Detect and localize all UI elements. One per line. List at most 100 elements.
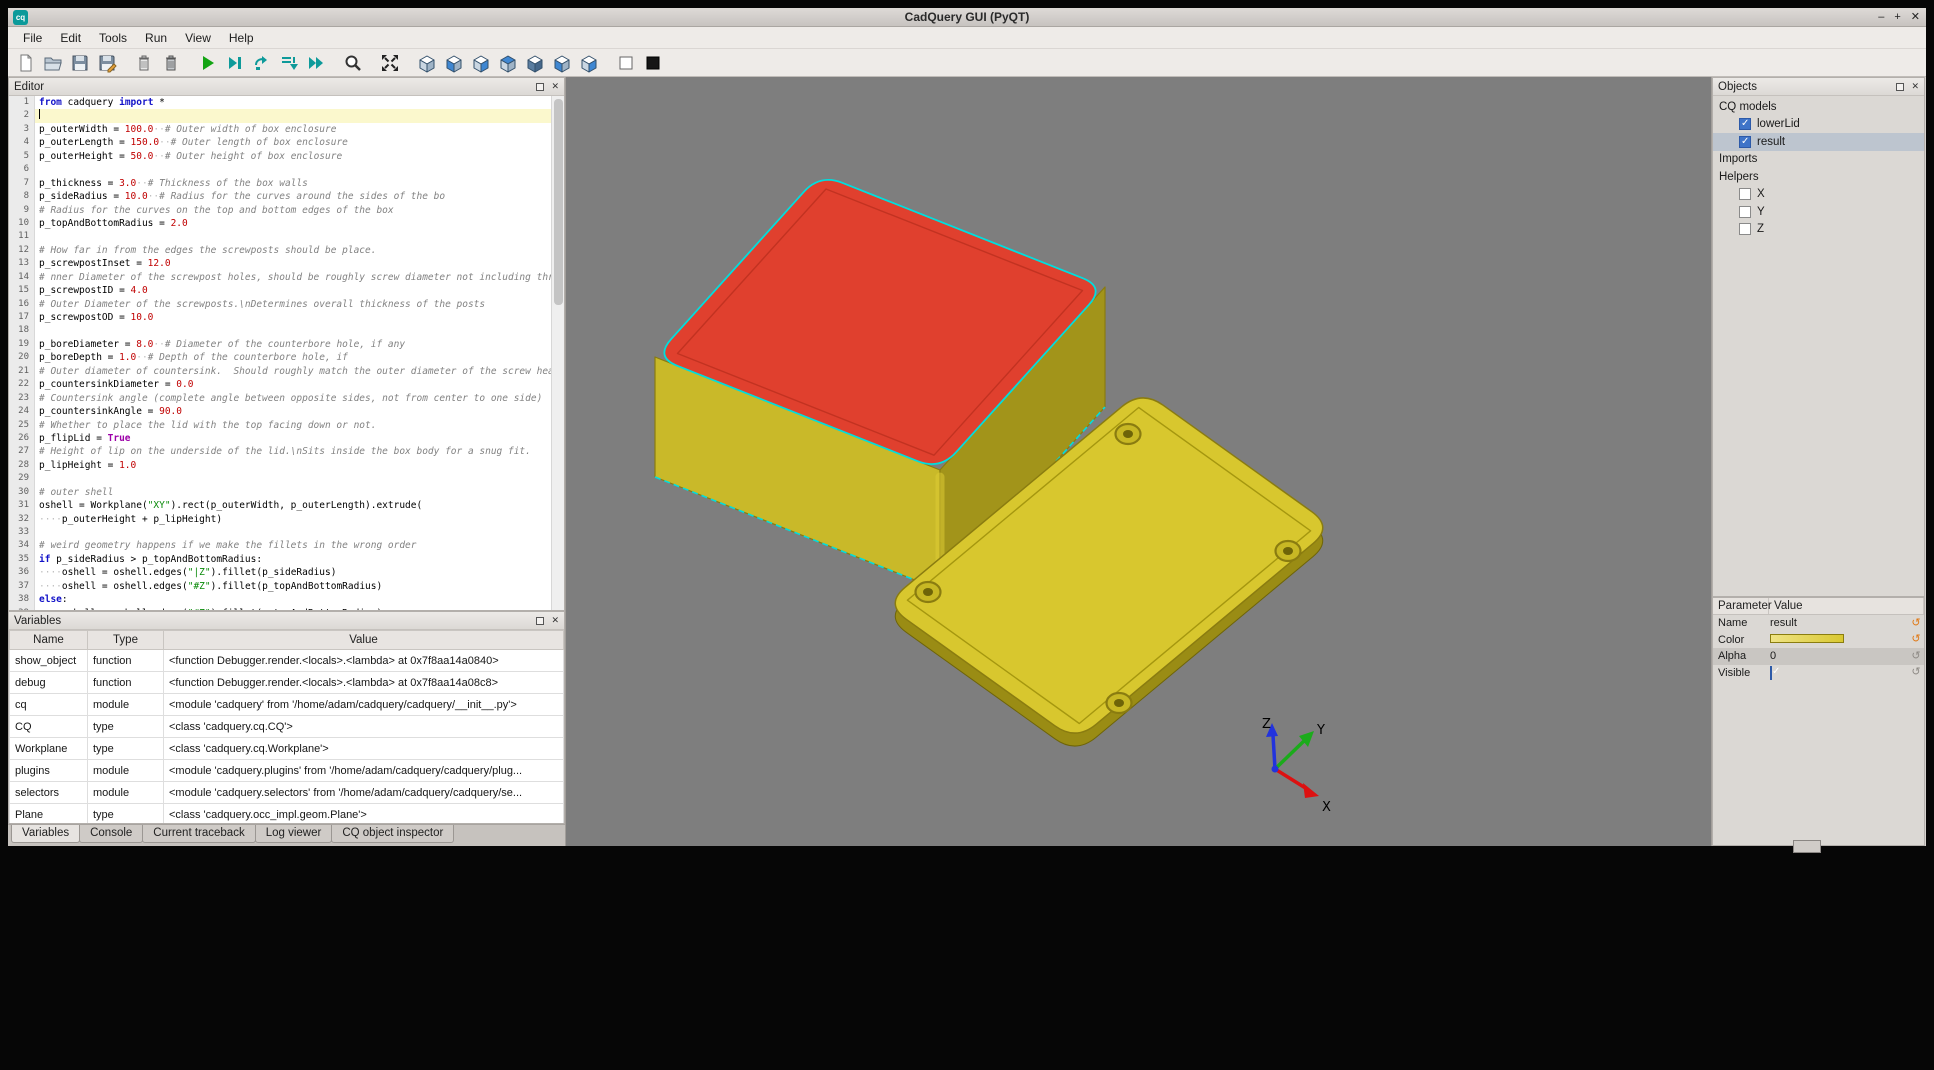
editor-line-5[interactable]: 5p_outerHeight = 50.0··# Outer height of… [9,150,551,163]
visible-checkbox[interactable] [1770,666,1772,680]
tree-group-cq-models[interactable]: CQ models [1713,98,1924,116]
tree-item-result[interactable]: result [1713,133,1924,151]
variable-row-cq[interactable]: CQtype<class 'cadquery.cq.CQ'> [10,716,564,738]
continue-button[interactable] [303,50,328,75]
checkbox-x[interactable] [1739,188,1751,200]
tree-item-x[interactable]: X [1713,186,1924,204]
close-button[interactable]: ✕ [1911,12,1920,23]
variables-col-name[interactable]: Name [10,631,88,650]
variable-row-cq[interactable]: cqmodule<module 'cadquery' from '/home/a… [10,694,564,716]
color-swatch[interactable] [1770,634,1844,643]
debug-button[interactable] [222,50,247,75]
editor-line-7[interactable]: 7p_thickness = 3.0··# Thickness of the b… [9,177,551,190]
editor-line-15[interactable]: 15p_screwpostID = 4.0 [9,284,551,297]
editor-line-16[interactable]: 16# Outer Diameter of the screwposts.\nD… [9,298,551,311]
3d-canvas[interactable]: Z Y X [566,77,1711,846]
tree-item-y[interactable]: Y [1713,203,1924,221]
editor-line-20[interactable]: 20p_boreDepth = 1.0··# Depth of the coun… [9,351,551,364]
variable-row-workplane[interactable]: Workplanetype<class 'cadquery.cq.Workpla… [10,738,564,760]
tree-item-z[interactable]: Z [1713,221,1924,239]
titlebar[interactable]: cq CadQuery GUI (PyQT) – + ✕ [8,8,1926,27]
editor-line-39[interactable]: 39····oshell = oshell.edges("#Z").fillet… [9,607,551,610]
editor-line-22[interactable]: 22p_countersinkDiameter = 0.0 [9,378,551,391]
variable-row-plugins[interactable]: pluginsmodule<module 'cadquery.plugins' … [10,760,564,782]
view-right-button[interactable] [576,50,601,75]
tab-current-traceback[interactable]: Current traceback [142,825,255,843]
reset-visible-button[interactable]: ↺ [1908,667,1924,678]
editor-line-31[interactable]: 31oshell = Workplane("XY").rect(p_outerW… [9,499,551,512]
editor-line-4[interactable]: 4p_outerLength = 150.0··# Outer length o… [9,136,551,149]
variable-row-selectors[interactable]: selectorsmodule<module 'cadquery.selecto… [10,782,564,804]
reset-name-button[interactable]: ↺ [1908,618,1924,629]
minimize-button[interactable]: – [1878,12,1884,23]
zoom-button[interactable] [340,50,365,75]
fit-all-button[interactable] [377,50,402,75]
editor-line-28[interactable]: 28p_lipHeight = 1.0 [9,459,551,472]
editor-line-34[interactable]: 34# weird geometry happens if we make th… [9,539,551,552]
menu-tools[interactable]: Tools [90,29,136,47]
editor-line-36[interactable]: 36····oshell = oshell.edges("|Z").fillet… [9,566,551,579]
editor-float-icon[interactable] [536,83,544,91]
viewport[interactable]: Z Y X [566,77,1711,846]
menu-edit[interactable]: Edit [51,29,90,47]
delete-button[interactable] [158,50,183,75]
checkbox-z[interactable] [1739,223,1751,235]
variable-row-plane[interactable]: Planetype<class 'cadquery.occ_impl.geom.… [10,804,564,824]
clear-button[interactable] [131,50,156,75]
editor-line-14[interactable]: 14# nner Diameter of the screwpost holes… [9,271,551,284]
view-front-button[interactable] [441,50,466,75]
tab-cq-object-inspector[interactable]: CQ object inspector [331,825,454,843]
reset-color-button[interactable]: ↺ [1908,634,1924,645]
view-iso-button[interactable] [414,50,439,75]
step-into-button[interactable] [276,50,301,75]
tab-variables[interactable]: Variables [11,825,80,843]
editor-line-10[interactable]: 10p_topAndBottomRadius = 2.0 [9,217,551,230]
editor-line-12[interactable]: 12# How far in from the edges the screwp… [9,244,551,257]
menu-run[interactable]: Run [136,29,176,47]
editor-line-3[interactable]: 3p_outerWidth = 100.0··# Outer width of … [9,123,551,136]
objects-close-icon[interactable]: ✕ [1911,81,1919,92]
menu-view[interactable]: View [176,29,220,47]
variable-row-show-object[interactable]: show_objectfunction<function Debugger.re… [10,650,564,672]
bg-white-button[interactable] [613,50,638,75]
editor-line-21[interactable]: 21# Outer diameter of countersink. Shoul… [9,365,551,378]
editor-line-11[interactable]: 11 [9,230,551,243]
variables-close-icon[interactable]: ✕ [551,615,559,626]
variable-row-debug[interactable]: debugfunction<function Debugger.render.<… [10,672,564,694]
render-button[interactable] [195,50,220,75]
checkbox-lowerlid[interactable] [1739,118,1751,130]
reset-alpha-button[interactable]: ↺ [1908,651,1924,662]
editor-line-26[interactable]: 26p_flipLid = True [9,432,551,445]
editor-line-37[interactable]: 37····oshell = oshell.edges("#Z").fillet… [9,580,551,593]
new-file-button[interactable] [13,50,38,75]
objects-float-icon[interactable] [1896,83,1904,91]
variables-col-type[interactable]: Type [88,631,164,650]
checkbox-result[interactable] [1739,136,1751,148]
save-file-button[interactable] [67,50,92,75]
editor-scrollbar[interactable] [551,96,564,610]
variables-float-icon[interactable] [536,617,544,625]
open-file-button[interactable] [40,50,65,75]
property-row-color[interactable]: Color↺ [1713,632,1924,649]
menu-help[interactable]: Help [220,29,263,47]
editor-line-2[interactable]: 2 [9,109,551,122]
editor-line-24[interactable]: 24p_countersinkAngle = 90.0 [9,405,551,418]
property-row-alpha[interactable]: Alpha0↺ [1713,648,1924,665]
bg-dark-button[interactable] [640,50,665,75]
editor-line-25[interactable]: 25# Whether to place the lid with the to… [9,419,551,432]
editor-line-29[interactable]: 29 [9,472,551,485]
editor-scrollbar-thumb[interactable] [554,99,563,305]
editor-line-33[interactable]: 33 [9,526,551,539]
view-top-button[interactable] [495,50,520,75]
tree-item-lowerlid[interactable]: lowerLid [1713,116,1924,134]
editor-line-6[interactable]: 6 [9,163,551,176]
view-back-button[interactable] [468,50,493,75]
menu-file[interactable]: File [14,29,51,47]
editor-line-19[interactable]: 19p_boreDiameter = 8.0··# Diameter of th… [9,338,551,351]
editor-line-9[interactable]: 9# Radius for the curves on the top and … [9,204,551,217]
tree-group-imports[interactable]: Imports [1713,151,1924,169]
editor-line-35[interactable]: 35if p_sideRadius > p_topAndBottomRadius… [9,553,551,566]
editor-line-27[interactable]: 27# Height of lip on the underside of th… [9,445,551,458]
editor-code[interactable]: 1from cadquery import *23p_outerWidth = … [9,96,551,610]
editor-line-32[interactable]: 32····p_outerHeight + p_lipHeight) [9,513,551,526]
